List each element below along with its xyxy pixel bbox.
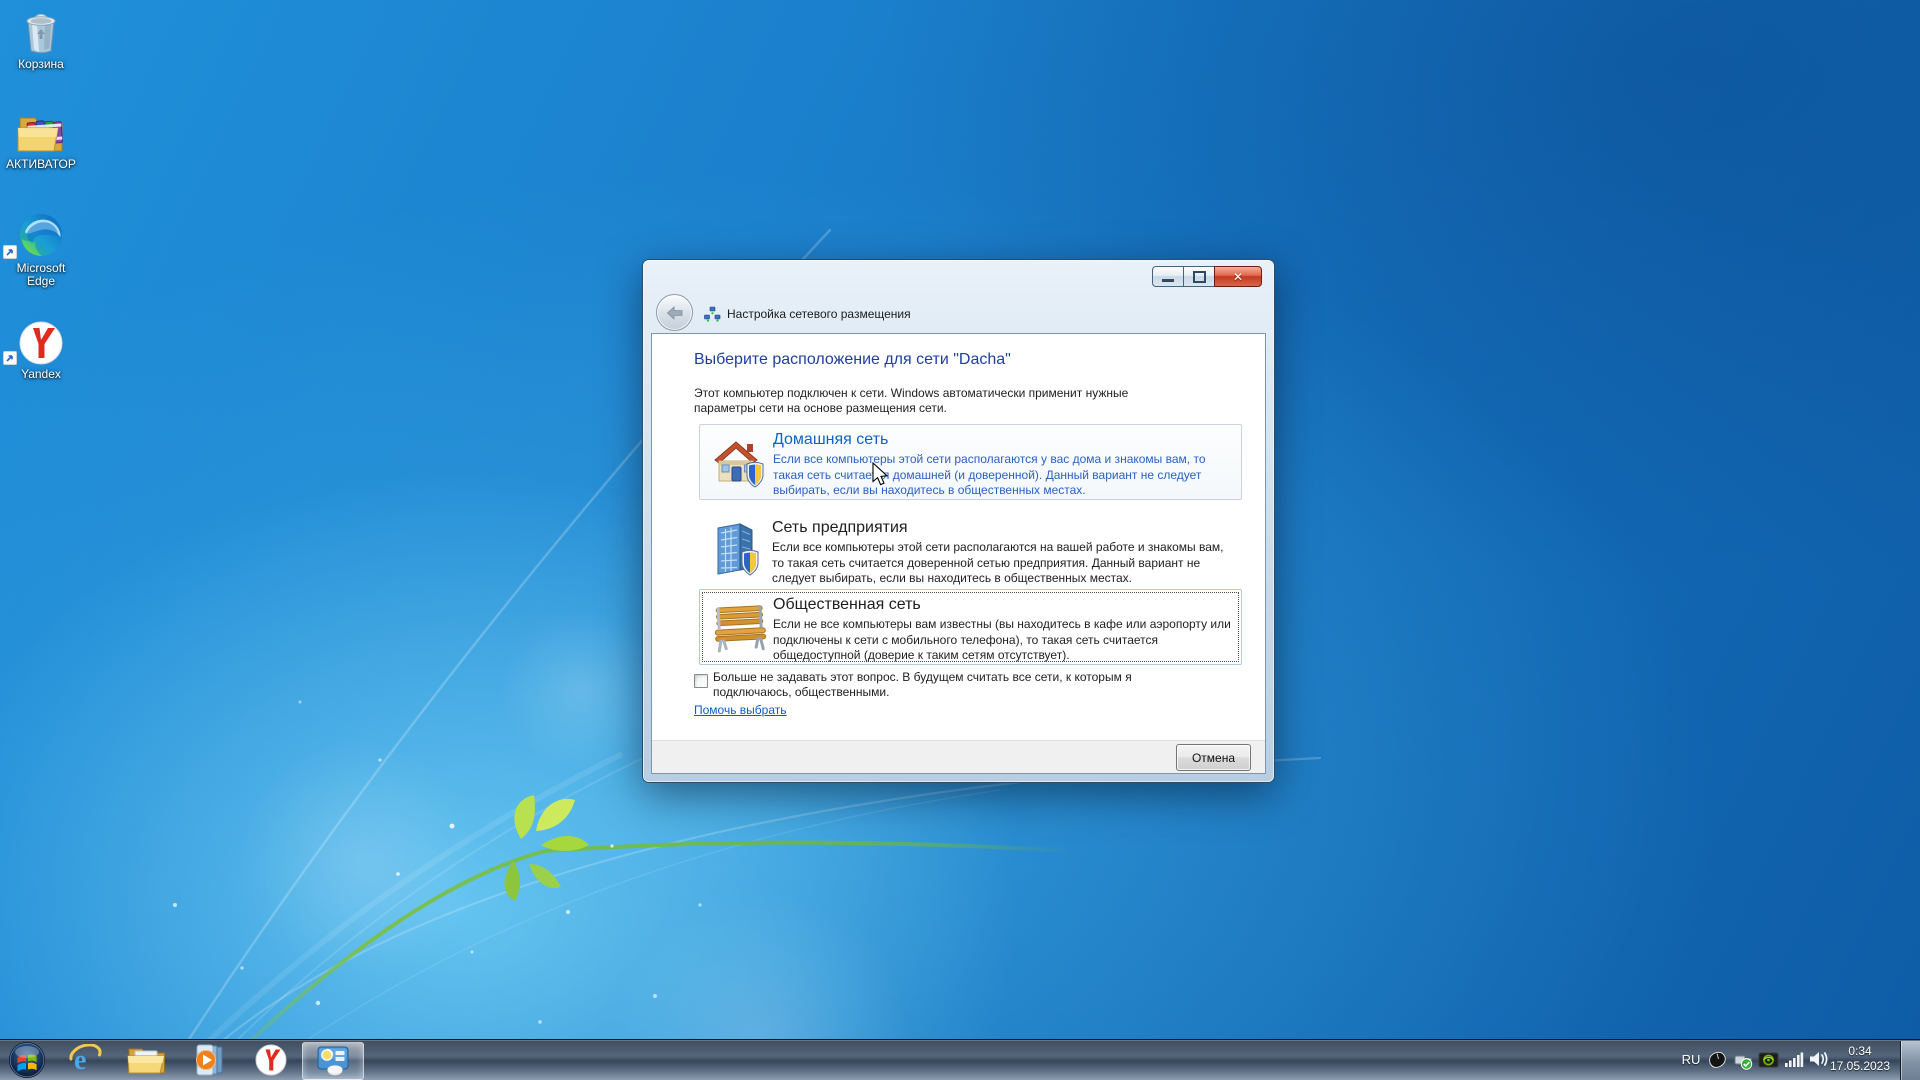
taskbar-media-player[interactable] — [188, 1042, 232, 1078]
minimize-button[interactable] — [1152, 266, 1183, 287]
start-button[interactable] — [6, 1042, 48, 1078]
desktop-icon-label: Корзина — [18, 57, 64, 71]
dialog-heading: Выберите расположение для сети "Dacha" — [694, 351, 1011, 368]
network-location-icon — [704, 306, 721, 322]
tray-time: 0:34 — [1848, 1044, 1872, 1058]
wallpaper-sprout-leaves — [504, 795, 589, 901]
work-network-icon — [717, 523, 759, 576]
minimize-icon — [1162, 279, 1174, 282]
desktop-icon-yandex[interactable]: Yandex — [2, 316, 80, 381]
maximize-icon — [1192, 270, 1206, 283]
close-button[interactable]: ✕ — [1214, 266, 1262, 287]
recycle-bin-icon — [26, 14, 56, 54]
option-description: Если не все компьютеры вам известны (вы … — [773, 617, 1231, 662]
taskbar-yandex-browser[interactable] — [250, 1042, 292, 1078]
nvidia-settings-icon[interactable] — [1758, 1050, 1779, 1070]
back-button[interactable] — [656, 294, 693, 331]
tray-clock[interactable]: 0:34 17.05.2023 — [1824, 1044, 1896, 1074]
desktop: Корзина АКТИВАТОР Microsoft Edge Yandex … — [0, 0, 1920, 1080]
shortcut-arrow-icon — [3, 351, 17, 365]
windows-start-orb-icon — [9, 1042, 45, 1078]
option-work-network[interactable]: Сеть предприятия Если все компьютеры это… — [699, 513, 1242, 589]
option-description: Если все компьютеры этой сети располагаю… — [772, 540, 1224, 585]
dont-ask-again-checkbox[interactable]: Больше не задавать этот вопрос. В будуще… — [694, 670, 1139, 700]
safely-remove-usb-icon[interactable] — [1732, 1050, 1754, 1070]
desktop-icon-recycle-bin[interactable]: Корзина — [2, 6, 80, 71]
internet-explorer-icon: e — [69, 1044, 102, 1076]
option-title: Сеть предприятия — [772, 519, 908, 536]
tray-date: 17.05.2023 — [1829, 1059, 1891, 1073]
yandex-browser-icon — [255, 1044, 287, 1076]
option-title: Домашняя сеть — [773, 431, 889, 448]
desktop-icon-label: Microsoft Edge — [16, 261, 66, 288]
mouse-utility-icon[interactable] — [1706, 1050, 1728, 1070]
option-description: Если все компьютеры этой сети располагаю… — [773, 452, 1206, 497]
yandex-icon — [19, 321, 63, 365]
dialog-titlebar[interactable]: Настройка сетевого размещения ✕ — [643, 260, 1274, 333]
activator-folder-icon — [17, 117, 63, 152]
taskbar: e RU 0:34 17.05.2023 — [0, 1039, 1920, 1080]
show-desktop-button[interactable] — [1900, 1041, 1920, 1080]
dialog-footer: Отмена — [652, 740, 1265, 773]
network-setup-window-icon — [317, 1046, 349, 1077]
public-network-icon — [714, 605, 767, 653]
option-home-network[interactable]: Домашняя сеть Если все компьютеры этой с… — [699, 424, 1242, 500]
taskbar-network-setup-window[interactable] — [302, 1042, 364, 1080]
dialog-intro-text: Этот компьютер подключен к сети. Windows… — [694, 386, 1129, 415]
edge-icon — [20, 214, 62, 256]
network-signal-icon[interactable] — [1784, 1050, 1804, 1068]
cancel-button[interactable]: Отмена — [1176, 744, 1251, 771]
shortcut-arrow-icon — [3, 245, 17, 259]
desktop-icon-label: АКТИВАТОР — [6, 157, 76, 171]
dialog-title: Настройка сетевого размещения — [727, 307, 911, 321]
home-network-icon — [714, 441, 764, 488]
media-player-icon — [196, 1044, 223, 1076]
taskbar-windows-explorer[interactable] — [124, 1042, 170, 1078]
language-indicator[interactable]: RU — [1676, 1052, 1706, 1067]
window-controls: ✕ — [1152, 266, 1262, 287]
maximize-button[interactable] — [1183, 266, 1214, 287]
taskbar-internet-explorer[interactable]: e — [64, 1042, 106, 1078]
windows-explorer-icon — [127, 1048, 165, 1074]
checkbox-label: Больше не задавать этот вопрос. В будуще… — [713, 670, 1132, 699]
desktop-icon-activator[interactable]: АКТИВАТОР — [2, 106, 80, 171]
dialog-client-area: Выберите расположение для сети "Dacha" Э… — [651, 333, 1266, 774]
back-arrow-icon — [666, 305, 682, 320]
help-me-choose-link[interactable]: Помочь выбрать — [694, 703, 787, 717]
close-icon: ✕ — [1232, 269, 1244, 284]
option-title: Общественная сеть — [773, 596, 921, 613]
desktop-icon-label: Yandex — [21, 367, 61, 381]
network-location-dialog: Настройка сетевого размещения ✕ Выберите… — [643, 260, 1274, 782]
checkbox-box[interactable] — [694, 674, 708, 688]
desktop-icon-microsoft-edge[interactable]: Microsoft Edge — [2, 210, 80, 288]
option-public-network[interactable]: Общественная сеть Если не все компьютеры… — [699, 589, 1242, 665]
